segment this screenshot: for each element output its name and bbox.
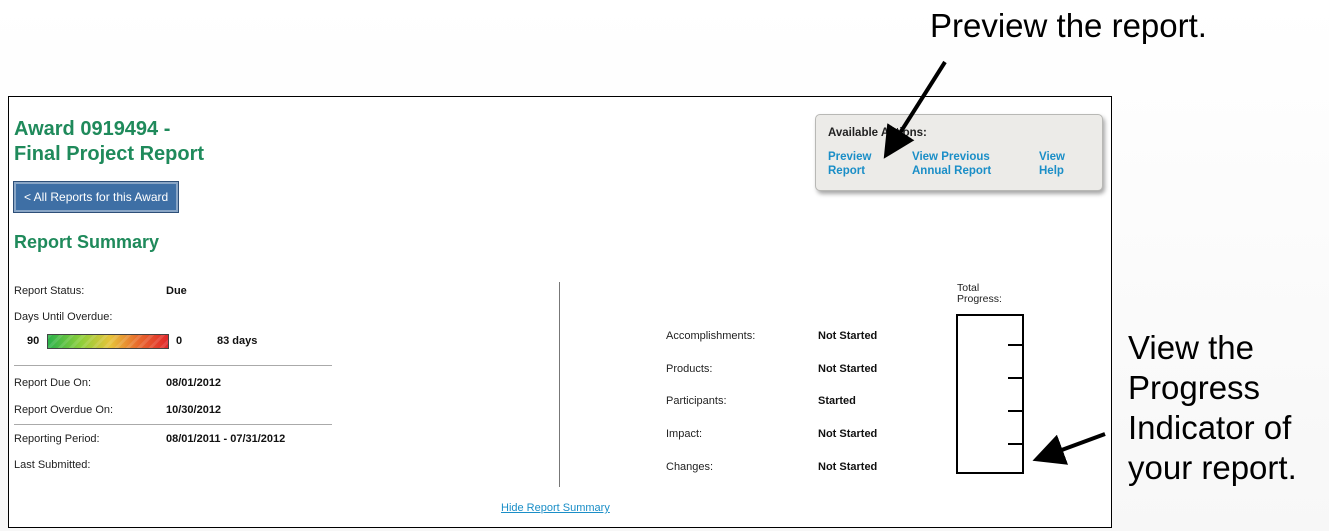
summary-divider (14, 365, 332, 366)
report-overdue-value: 10/30/2012 (166, 404, 222, 416)
days-until-overdue-label: Days Until Overdue: (14, 311, 113, 323)
progress-callout-line: Progress (1128, 369, 1261, 406)
page-title-line2: Final Project Report (14, 143, 205, 165)
reporting-period-label: Reporting Period: (14, 433, 100, 445)
progress-tick (1008, 344, 1022, 346)
report-overdue-label: Report Overdue On: (14, 404, 114, 416)
progress-callout-line: Indicator of (1128, 409, 1292, 446)
section-status: Not Started (818, 330, 878, 342)
page-title-line1: Award 0919494 - (14, 118, 171, 140)
meter-end-value: 0 (176, 335, 183, 347)
progress-tick (1008, 377, 1022, 379)
report-panel: Award 0919494 - Final Project Report < A… (8, 96, 1112, 528)
section-label: Accomplishments: (666, 330, 756, 342)
preview-report-link[interactable]: Preview Report (828, 150, 898, 178)
report-due-label: Report Due On: (14, 377, 92, 389)
all-reports-button[interactable]: < All Reports for this Award (12, 181, 180, 213)
section-status: Not Started (818, 461, 878, 473)
view-previous-report-link[interactable]: View Previous Annual Report (912, 150, 1022, 178)
reporting-period-value: 08/01/2011 - 07/31/2012 (166, 433, 286, 445)
progress-callout-line: View the (1128, 329, 1254, 366)
section-label: Participants: (666, 395, 727, 407)
progress-tick (1008, 410, 1022, 412)
progress-callout: View the Progress Indicator of your repo… (1128, 328, 1328, 488)
days-remaining-value: 83 days (217, 335, 258, 347)
total-progress-label: Total Progress: (957, 283, 1002, 305)
preview-callout: Preview the report. (930, 7, 1207, 44)
days-overdue-meter (47, 334, 169, 349)
report-summary-heading: Report Summary (14, 232, 160, 252)
last-submitted-label: Last Submitted: (14, 459, 91, 471)
progress-tick (1008, 443, 1022, 445)
meter-start-value: 90 (27, 335, 40, 347)
report-due-value: 08/01/2012 (166, 377, 222, 389)
available-actions-box: Available Actions: Preview Report View P… (815, 114, 1103, 191)
view-help-link[interactable]: View Help (1039, 150, 1079, 178)
available-actions-title: Available Actions: (828, 127, 927, 139)
section-label: Products: (666, 363, 713, 375)
section-status: Not Started (818, 428, 878, 440)
hide-report-summary-link[interactable]: Hide Report Summary (501, 502, 610, 514)
total-progress-indicator (956, 314, 1024, 474)
summary-divider (14, 424, 332, 425)
section-label: Impact: (666, 428, 703, 440)
report-status-value: Due (166, 285, 187, 297)
column-separator (559, 282, 560, 487)
section-label: Changes: (666, 461, 714, 473)
total-progress-label-line2: Progress: (957, 293, 1002, 305)
report-status-label: Report Status: (14, 285, 85, 297)
progress-callout-line: your report. (1128, 449, 1297, 486)
section-status: Not Started (818, 363, 878, 375)
page-title: Award 0919494 - Final Project Report (14, 117, 204, 167)
section-status: Started (818, 395, 856, 407)
